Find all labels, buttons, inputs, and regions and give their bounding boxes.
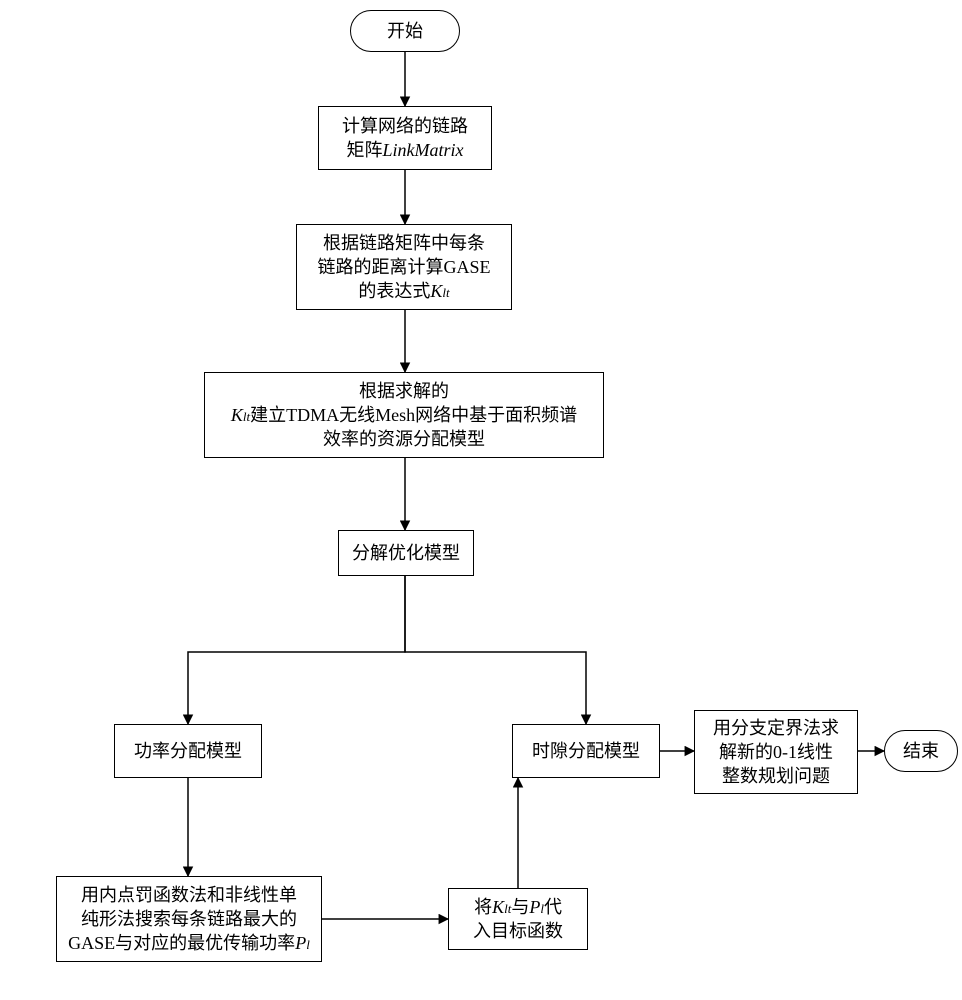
s8-l1a: 将	[474, 897, 492, 917]
s9-line1: 用分支定界法求	[713, 718, 839, 738]
s1-line2a: 矩阵	[347, 140, 383, 160]
process-substitute-objective: 将Klt与Pl代 入目标函数	[448, 888, 588, 950]
terminator-start-label: 开始	[387, 19, 423, 43]
terminator-start: 开始	[350, 10, 460, 52]
s8-l2: 入目标函数	[473, 921, 563, 941]
s7-line3a: GASE与对应的最优传输功率	[68, 933, 295, 953]
s2-line3c: lt	[442, 285, 449, 300]
s2-line3a: 的表达式	[358, 281, 430, 301]
s9-line3: 整数规划问题	[722, 766, 830, 786]
process-branch-and-bound: 用分支定界法求 解新的0-1线性 整数规划问题	[694, 710, 858, 794]
s8-l1d: 与	[511, 897, 529, 917]
s1-line1: 计算网络的链路	[342, 116, 468, 136]
s4-label: 分解优化模型	[352, 541, 460, 565]
s9-line2: 解新的0-1线性	[719, 742, 833, 762]
process-decompose-model: 分解优化模型	[338, 530, 474, 576]
s2-line2: 链路的距离计算GASE	[317, 257, 490, 277]
process-search-optimal-power: 用内点罚函数法和非线性单 纯形法搜索每条链路最大的 GASE与对应的最优传输功率…	[56, 876, 322, 962]
s7-line3b: P	[295, 933, 306, 953]
s6-label: 时隙分配模型	[532, 739, 640, 763]
process-power-allocation-model: 功率分配模型	[114, 724, 262, 778]
process-compute-gase-expression: 根据链路矩阵中每条 链路的距离计算GASE 的表达式Klt	[296, 224, 512, 310]
s3-line2a: K	[231, 405, 243, 425]
s1-line2b: LinkMatrix	[383, 140, 464, 160]
terminator-end: 结束	[884, 730, 958, 772]
s3-line3: 效率的资源分配模型	[323, 429, 485, 449]
s7-line1: 用内点罚函数法和非线性单	[81, 885, 297, 905]
process-build-allocation-model: 根据求解的 Klt建立TDMA无线Mesh网络中基于面积频谱 效率的资源分配模型	[204, 372, 604, 458]
process-compute-link-matrix: 计算网络的链路 矩阵LinkMatrix	[318, 106, 492, 170]
s8-l1b: K	[492, 897, 504, 917]
s8-l1e: P	[529, 897, 540, 917]
s5-label: 功率分配模型	[134, 739, 242, 763]
process-slot-allocation-model: 时隙分配模型	[512, 724, 660, 778]
s3-line1: 根据求解的	[359, 381, 449, 401]
s2-line3b: K	[430, 281, 442, 301]
s7-line2: 纯形法搜索每条链路最大的	[81, 909, 297, 929]
s7-line3c: l	[306, 937, 310, 952]
terminator-end-label: 结束	[903, 739, 939, 763]
s2-line1: 根据链路矩阵中每条	[323, 233, 485, 253]
s3-line2c: 建立TDMA无线Mesh网络中基于面积频谱	[250, 405, 577, 425]
s8-l1g: 代	[544, 897, 562, 917]
